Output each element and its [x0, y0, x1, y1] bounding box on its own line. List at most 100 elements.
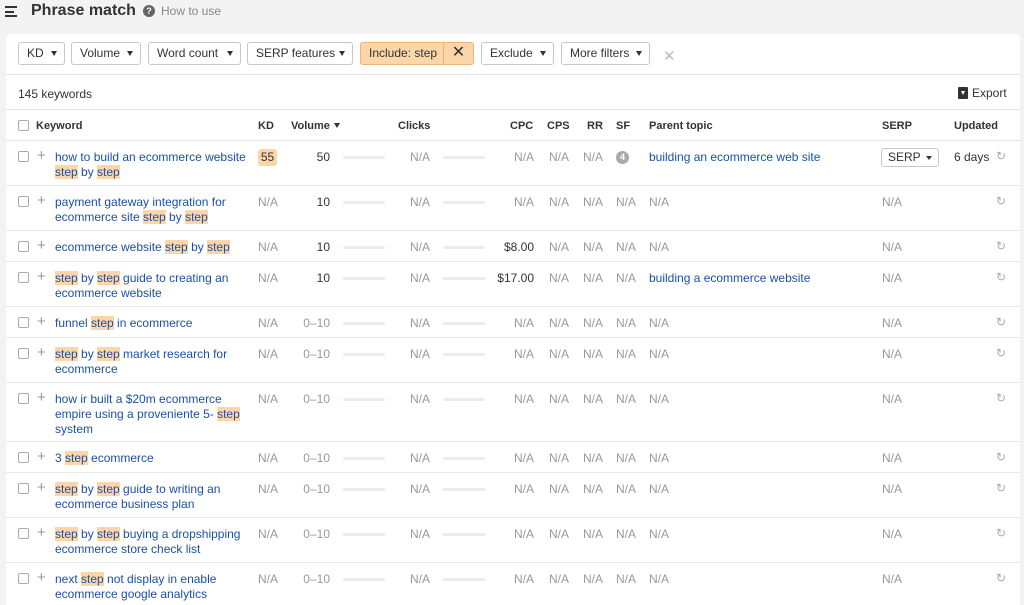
cpc-value: N/A [513, 150, 534, 164]
keyword-link[interactable]: next step not display in enable ecommerc… [55, 572, 255, 602]
add-to-list-icon[interactable]: + [37, 525, 46, 540]
serp-features-filter-button[interactable]: SERP features [247, 42, 353, 65]
clear-filters-icon[interactable]: ✕ [663, 47, 676, 65]
refresh-icon[interactable]: ↻ [996, 571, 1006, 585]
refresh-icon[interactable]: ↻ [996, 315, 1006, 329]
volume-trend-bar [343, 398, 385, 401]
sf-value: N/A [616, 195, 637, 209]
clicks-value: N/A [410, 316, 431, 330]
volume-value: 0–10 [303, 316, 330, 330]
keyword-link[interactable]: step by step buying a dropshipping ecomm… [55, 527, 255, 557]
more-filters-button[interactable]: More filters [561, 42, 650, 65]
cps-column-header[interactable]: CPS [547, 120, 570, 132]
remove-include-filter-icon[interactable]: ✕ [443, 43, 473, 64]
keyword-link[interactable]: funnel step in ecommerce [55, 316, 255, 331]
cpc-column-header[interactable]: CPC [510, 120, 533, 132]
rr-column-header[interactable]: RR [587, 120, 603, 132]
menu-icon[interactable] [5, 6, 17, 17]
add-to-list-icon[interactable]: + [37, 193, 46, 208]
row-checkbox[interactable] [18, 393, 29, 404]
rr-value: N/A [583, 572, 604, 586]
refresh-icon[interactable]: ↻ [996, 481, 1006, 495]
parent-topic-link[interactable]: building a ecommerce website [649, 271, 810, 285]
sf-column-header[interactable]: SF [616, 120, 630, 132]
parent-topic-column-header[interactable]: Parent topic [649, 120, 713, 132]
add-to-list-icon[interactable]: + [37, 345, 46, 360]
add-to-list-icon[interactable]: + [37, 449, 46, 464]
keyword-link[interactable]: step by step market research for ecommer… [55, 347, 255, 377]
row-checkbox[interactable] [18, 196, 29, 207]
cpc-value: N/A [513, 451, 534, 465]
cps-value: N/A [549, 482, 570, 496]
keyword-link[interactable]: how to build an ecommerce website step b… [55, 150, 255, 180]
refresh-icon[interactable]: ↻ [996, 194, 1006, 208]
table-row: + step by step market research for ecomme… [6, 338, 1020, 383]
serp-dropdown-button[interactable]: SERP [881, 148, 939, 167]
keyword-link[interactable]: payment gateway integration for ecommerc… [55, 195, 255, 225]
row-checkbox[interactable] [18, 241, 29, 252]
keyword-link[interactable]: ecommerce website step by step [55, 240, 255, 255]
row-checkbox[interactable] [18, 272, 29, 283]
question-icon[interactable]: ? [143, 5, 155, 17]
row-checkbox[interactable] [18, 348, 29, 359]
keyword-highlight: step [55, 347, 78, 361]
row-checkbox[interactable] [18, 483, 29, 494]
word-count-filter-button[interactable]: Word count [148, 42, 241, 65]
kd-value: N/A [258, 195, 279, 209]
clicks-trend-bar [443, 156, 485, 159]
refresh-icon[interactable]: ↻ [996, 526, 1006, 540]
sf-value: N/A [616, 482, 637, 496]
updated-column-header[interactable]: Updated [954, 120, 998, 132]
refresh-icon[interactable]: ↻ [996, 391, 1006, 405]
row-checkbox[interactable] [18, 452, 29, 463]
filter-bar: KD Volume Word count SERP features Inclu… [6, 34, 1020, 74]
volume-filter-button[interactable]: Volume [71, 42, 141, 65]
volume-column-header[interactable]: Volume [291, 120, 340, 132]
volume-column-label: Volume [291, 120, 330, 132]
keyword-column-header[interactable]: Keyword [36, 120, 82, 132]
add-to-list-icon[interactable]: + [37, 148, 46, 163]
how-to-use-link[interactable]: How to use [161, 4, 221, 18]
keyword-link[interactable]: how ir built a $20m ecommerce empire usi… [55, 392, 255, 437]
exclude-filter-button[interactable]: Exclude [481, 42, 554, 65]
cpc-value: N/A [513, 392, 534, 406]
include-filter-button[interactable]: Include: step ✕ [360, 42, 474, 65]
serp-value: N/A [882, 271, 903, 285]
row-checkbox[interactable] [18, 528, 29, 539]
cpc-value: N/A [513, 316, 534, 330]
keyword-link[interactable]: step by step guide to creating an ecomme… [55, 271, 255, 301]
keyword-link[interactable]: step by step guide to writing an ecommer… [55, 482, 255, 512]
row-checkbox[interactable] [18, 317, 29, 328]
add-to-list-icon[interactable]: + [37, 269, 46, 284]
add-to-list-icon[interactable]: + [37, 390, 46, 405]
parent-topic-link[interactable]: building an ecommerce web site [649, 150, 820, 164]
add-to-list-icon[interactable]: + [37, 480, 46, 495]
kd-value: N/A [258, 572, 279, 586]
chevron-down-icon [227, 51, 233, 56]
add-to-list-icon[interactable]: + [37, 238, 46, 253]
keyword-link[interactable]: 3 step ecommerce [55, 451, 255, 466]
refresh-icon[interactable]: ↻ [996, 239, 1006, 253]
clicks-column-header[interactable]: Clicks [398, 120, 430, 132]
clicks-value: N/A [410, 240, 431, 254]
serp-features-badge[interactable]: 4 [616, 151, 629, 164]
clicks-value: N/A [410, 451, 431, 465]
kd-column-header[interactable]: KD [258, 120, 274, 132]
refresh-icon[interactable]: ↻ [996, 149, 1006, 163]
serp-value: N/A [882, 482, 903, 496]
add-to-list-icon[interactable]: + [37, 570, 46, 585]
serp-value: N/A [882, 347, 903, 361]
rr-value: N/A [583, 195, 604, 209]
select-all-checkbox[interactable] [18, 120, 29, 131]
row-checkbox[interactable] [18, 573, 29, 584]
serp-features-filter-label: SERP features [256, 46, 336, 60]
refresh-icon[interactable]: ↻ [996, 270, 1006, 284]
clicks-trend-bar [443, 457, 485, 460]
refresh-icon[interactable]: ↻ [996, 346, 1006, 360]
add-to-list-icon[interactable]: + [37, 314, 46, 329]
row-checkbox[interactable] [18, 151, 29, 162]
kd-filter-button[interactable]: KD [18, 42, 65, 65]
cps-value: N/A [549, 271, 570, 285]
refresh-icon[interactable]: ↻ [996, 450, 1006, 464]
keyword-highlight: step [91, 316, 114, 330]
